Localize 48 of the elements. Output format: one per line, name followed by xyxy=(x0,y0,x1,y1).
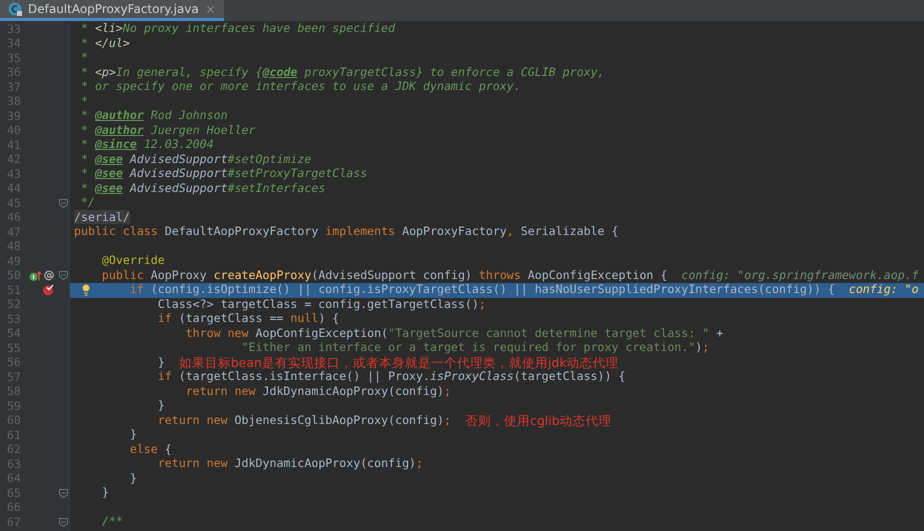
code-line: * @see AdvisedSupport#setProxyTargetClass xyxy=(80,168,368,180)
code-line: * <p>In general, specify {@code proxyTargetClass} to enforce a CGLIB proxy, xyxy=(80,66,605,79)
code-line: return new ObjenesisCglibAopProxy(config); xyxy=(158,414,451,427)
code-line: * or specify one or more interfaces to use a JDK dynamic proxy. xyxy=(80,81,521,94)
code-line: return new JdkDynamicAopProxy(config); xyxy=(158,458,424,470)
fold-icon[interactable] xyxy=(58,488,68,498)
class-file-icon xyxy=(8,2,22,16)
code-line: * @see AdvisedSupport#setInterfaces xyxy=(80,182,326,195)
lightbulb-icon[interactable] xyxy=(80,284,92,296)
breakpoint-icon[interactable] xyxy=(42,284,54,296)
code-line: } xyxy=(158,356,165,369)
code-line: * xyxy=(80,52,88,64)
code-line: else { xyxy=(130,444,172,456)
code-line: } xyxy=(130,429,137,442)
annotation-note: 如果目标bean是有实现接口，或者本身就是一个代理类，就使用jdk动态代理 xyxy=(178,356,619,369)
code-line: * @see AdvisedSupport#setOptimize xyxy=(80,154,312,166)
fold-icon[interactable] xyxy=(58,271,68,280)
code-line: } xyxy=(130,472,137,485)
implemented-method-icon[interactable] xyxy=(29,270,42,282)
code-line: } xyxy=(158,400,165,412)
annotation-note: 否则，使用cglib动态代理 xyxy=(464,414,612,427)
code-line: /** xyxy=(102,516,123,528)
code-line: * xyxy=(80,96,88,108)
code-line: "Either an interface or a target is required for proxy creation."); xyxy=(242,342,710,354)
fold-icon[interactable] xyxy=(58,198,68,208)
code-line: } xyxy=(102,487,109,500)
inline-value-hint: config: "o xyxy=(848,284,919,296)
code-line: Class<?> targetClass = config.getTargetClass(); xyxy=(158,298,486,311)
code-line: * </ul> xyxy=(80,38,130,50)
inline-value-hint: config: "org.springframework.aop.f xyxy=(681,270,919,282)
tab-title: DefaultAopProxyFactory.java xyxy=(28,1,199,18)
code-line: * @author Rod Johnson xyxy=(80,110,228,122)
code-line: * <li>No proxy interfaces have been specified xyxy=(80,23,396,36)
at-sign-icon[interactable] xyxy=(44,270,54,282)
close-icon[interactable] xyxy=(204,4,216,14)
code-line: * @since 12.03.2004 xyxy=(80,139,214,152)
code-line: if (targetClass == null) { xyxy=(158,313,340,326)
fold-icon[interactable] xyxy=(58,518,68,527)
code-line: public AopProxy createAopProxy(AdvisedSupport config) throws AopConfigException { xyxy=(102,270,668,282)
code-line: * @author Juergen Hoeller xyxy=(80,124,256,137)
code-line: throw new AopConfigException("TargetSource cannot determine target class: " + xyxy=(186,328,724,340)
editor-tab[interactable]: DefaultAopProxyFactory.java xyxy=(0,0,224,21)
code-line: @Override xyxy=(102,255,165,268)
code-line: if (config.isOptimize() || config.isProxyTargetClass() || hasNoUserSuppliedProxyInterfaces(config)) { xyxy=(130,284,835,296)
code-line: return new JdkDynamicAopProxy(config); xyxy=(186,386,451,398)
code-line: public class DefaultAopProxyFactory implements AopProxyFactory, Serializable { xyxy=(74,226,618,238)
code-line: */ xyxy=(80,197,95,210)
code-line: if (targetClass.isInterface() || Proxy.isProxyClass(targetClass)) { xyxy=(158,371,626,384)
